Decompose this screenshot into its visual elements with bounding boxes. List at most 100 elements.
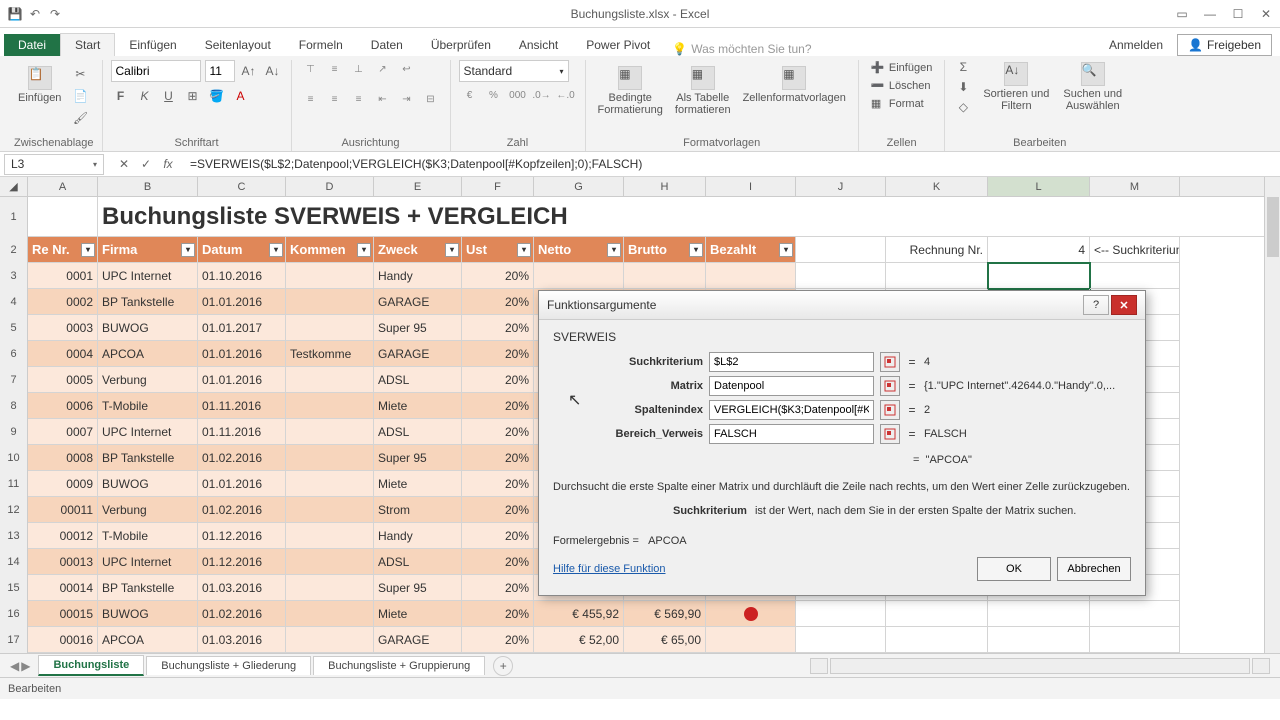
grow-font-icon[interactable]: A↑ <box>239 61 259 81</box>
hscroll-right[interactable] <box>1252 658 1270 674</box>
tab-formulas[interactable]: Formeln <box>285 34 357 56</box>
table-cell[interactable]: 01.11.2016 <box>198 419 286 445</box>
filter-icon[interactable]: ▾ <box>445 243 459 257</box>
delete-cells-button[interactable]: ➖Löschen <box>867 78 936 94</box>
tab-start[interactable]: Start <box>60 33 115 56</box>
dialog-close-icon[interactable]: ✕ <box>1111 295 1137 315</box>
align-left-icon[interactable]: ≡ <box>300 90 322 108</box>
col-header[interactable]: D <box>286 177 374 196</box>
align-right-icon[interactable]: ≡ <box>348 90 370 108</box>
table-cell[interactable]: 01.11.2016 <box>198 393 286 419</box>
range-picker-icon[interactable] <box>880 376 900 396</box>
table-cell[interactable]: 20% <box>462 549 534 575</box>
filter-icon[interactable]: ▾ <box>779 243 793 257</box>
arg-input[interactable] <box>709 376 874 396</box>
table-cell[interactable]: 20% <box>462 367 534 393</box>
table-cell[interactable]: € 455,92 <box>534 601 624 627</box>
table-header[interactable]: Bezahlt▾ <box>706 237 796 263</box>
table-cell[interactable] <box>286 367 374 393</box>
table-cell[interactable]: 20% <box>462 289 534 315</box>
table-cell[interactable] <box>286 315 374 341</box>
merge-icon[interactable]: ⊟ <box>420 90 442 108</box>
bold-icon[interactable]: F <box>111 86 131 106</box>
align-top-icon[interactable]: ⊤ <box>300 60 322 78</box>
col-header[interactable]: B <box>98 177 198 196</box>
table-cell[interactable]: € 65,00 <box>624 627 706 653</box>
table-header[interactable]: Zweck▾ <box>374 237 462 263</box>
col-header[interactable]: C <box>198 177 286 196</box>
table-cell[interactable]: 0006 <box>28 393 98 419</box>
filter-icon[interactable]: ▾ <box>517 243 531 257</box>
table-cell[interactable]: 20% <box>462 497 534 523</box>
table-cell[interactable]: 20% <box>462 341 534 367</box>
thousands-icon[interactable]: 000 <box>507 86 529 104</box>
filter-icon[interactable]: ▾ <box>81 243 95 257</box>
table-cell[interactable] <box>286 471 374 497</box>
formula-input[interactable]: =SVERWEIS($L$2;Datenpool;VERGLEICH($K3;D… <box>184 157 1280 171</box>
table-header[interactable]: Netto▾ <box>534 237 624 263</box>
table-cell[interactable]: BUWOG <box>98 601 198 627</box>
col-header[interactable]: I <box>706 177 796 196</box>
table-cell[interactable] <box>706 263 796 289</box>
share-button[interactable]: 👤 Freigeben <box>1177 34 1272 56</box>
table-cell[interactable]: 01.01.2016 <box>198 471 286 497</box>
conditional-formatting-button[interactable]: ▦Bedingte Formatierung <box>594 64 667 118</box>
font-size-input[interactable] <box>205 60 235 82</box>
insert-cells-button[interactable]: ➕Einfügen <box>867 60 936 76</box>
table-cell[interactable]: UPC Internet <box>98 263 198 289</box>
signin-link[interactable]: Anmelden <box>1099 34 1173 56</box>
table-cell[interactable]: GARAGE <box>374 627 462 653</box>
italic-icon[interactable]: K <box>135 86 155 106</box>
table-cell[interactable]: Super 95 <box>374 575 462 601</box>
hscroll-track[interactable] <box>830 658 1250 674</box>
arg-input[interactable] <box>709 400 874 420</box>
table-cell[interactable]: Handy <box>374 523 462 549</box>
ribbon-options-icon[interactable]: ▭ <box>1168 0 1196 28</box>
col-header[interactable]: M <box>1090 177 1180 196</box>
cut-icon[interactable]: ✂ <box>69 64 91 84</box>
table-cell[interactable]: Miete <box>374 393 462 419</box>
table-cell[interactable]: 00012 <box>28 523 98 549</box>
table-header[interactable]: Ust▾ <box>462 237 534 263</box>
range-picker-icon[interactable] <box>880 352 900 372</box>
table-header[interactable]: Datum▾ <box>198 237 286 263</box>
paste-button[interactable]: 📋Einfügen <box>14 64 65 106</box>
wrap-text-icon[interactable]: ↩ <box>396 60 418 78</box>
cell-styles-button[interactable]: ▦Zellenformatvorlagen <box>739 64 850 106</box>
table-cell[interactable]: GARAGE <box>374 289 462 315</box>
format-cells-button[interactable]: ▦Format <box>867 96 936 112</box>
autosum-icon[interactable]: Σ <box>953 60 973 78</box>
table-header[interactable]: Brutto▾ <box>624 237 706 263</box>
minimize-icon[interactable]: — <box>1196 0 1224 28</box>
col-header[interactable]: L <box>988 177 1090 196</box>
table-cell[interactable]: Super 95 <box>374 445 462 471</box>
table-cell[interactable]: T-Mobile <box>98 523 198 549</box>
cancel-button[interactable]: Abbrechen <box>1057 557 1131 581</box>
tab-view[interactable]: Ansicht <box>505 34 572 56</box>
format-painter-icon[interactable]: 🖌 <box>69 108 91 128</box>
decrease-decimal-icon[interactable]: ←.0 <box>555 86 577 104</box>
table-cell[interactable]: Testkomme <box>286 341 374 367</box>
table-cell[interactable]: 01.02.2016 <box>198 445 286 471</box>
table-cell[interactable]: 00011 <box>28 497 98 523</box>
table-cell[interactable]: 0005 <box>28 367 98 393</box>
table-cell[interactable] <box>286 601 374 627</box>
table-cell[interactable]: Verbung <box>98 367 198 393</box>
table-cell[interactable]: 00016 <box>28 627 98 653</box>
table-cell[interactable]: 0003 <box>28 315 98 341</box>
col-header[interactable]: F <box>462 177 534 196</box>
table-cell[interactable]: BP Tankstelle <box>98 575 198 601</box>
enter-formula-icon[interactable]: ✓ <box>136 157 156 171</box>
table-cell[interactable]: 20% <box>462 471 534 497</box>
table-cell[interactable] <box>624 263 706 289</box>
filter-icon[interactable]: ▾ <box>689 243 703 257</box>
filter-icon[interactable]: ▾ <box>269 243 283 257</box>
table-cell[interactable]: Super 95 <box>374 315 462 341</box>
tab-layout[interactable]: Seitenlayout <box>191 34 285 56</box>
col-header[interactable]: A <box>28 177 98 196</box>
table-cell[interactable]: 00013 <box>28 549 98 575</box>
prev-sheet-icon[interactable]: ◀ <box>10 659 19 673</box>
table-cell[interactable] <box>286 393 374 419</box>
table-cell[interactable]: ADSL <box>374 549 462 575</box>
col-header[interactable]: H <box>624 177 706 196</box>
